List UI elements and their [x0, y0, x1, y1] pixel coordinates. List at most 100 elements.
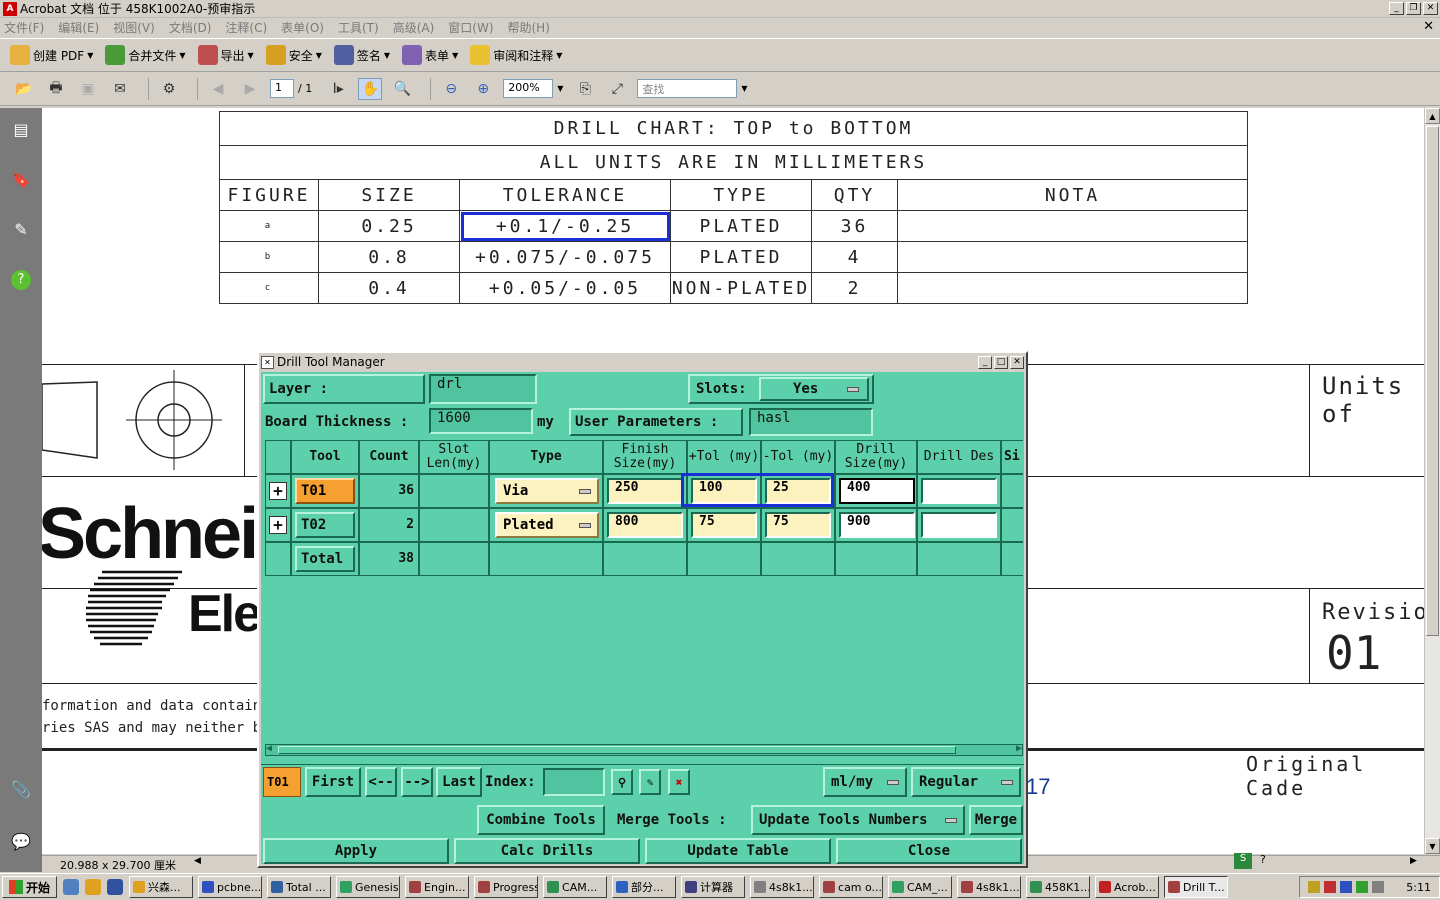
help-icon[interactable]: ?: [11, 270, 31, 290]
type-dropdown[interactable]: Via: [495, 478, 599, 504]
email-icon[interactable]: ✉: [108, 78, 132, 100]
menu-window[interactable]: 窗口(W): [448, 19, 493, 36]
scroll-left-icon[interactable]: ◀: [266, 743, 272, 754]
status-icon[interactable]: S: [1234, 853, 1252, 869]
board-thickness-input[interactable]: 1600: [429, 408, 533, 434]
comments-icon[interactable]: 💬: [10, 832, 32, 856]
menu-advanced[interactable]: 高级(A): [393, 19, 435, 36]
tray-icon[interactable]: [1324, 881, 1337, 893]
search-dropdown-icon[interactable]: ▼: [741, 84, 747, 93]
tray-icon[interactable]: [1308, 881, 1321, 893]
create-pdf-button[interactable]: 创建 PDF ▼: [10, 45, 93, 65]
taskbar-item[interactable]: 部分...: [612, 876, 677, 898]
select-tool-icon[interactable]: I▸: [326, 78, 350, 100]
next-button[interactable]: -->: [401, 767, 433, 797]
combine-files-button[interactable]: 合并文件 ▼: [105, 45, 186, 65]
taskbar-item[interactable]: pcbne...: [198, 876, 263, 898]
layer-input[interactable]: drl: [429, 374, 537, 404]
fit-width-icon[interactable]: ⤢: [605, 78, 629, 100]
scroll-down-icon[interactable]: ▼: [1425, 838, 1440, 854]
menu-document[interactable]: 文档(D): [169, 19, 212, 36]
tool-button-t02[interactable]: T02: [295, 512, 355, 538]
restore-button[interactable]: ❐: [1406, 2, 1421, 15]
taskbar-item[interactable]: CAM...: [543, 876, 608, 898]
units-dropdown[interactable]: ml/my: [823, 767, 907, 797]
taskbar-item[interactable]: Engin...: [405, 876, 470, 898]
hand-tool-icon[interactable]: ✋: [358, 77, 383, 100]
close-button[interactable]: ✕: [1423, 2, 1438, 15]
drill-des-input[interactable]: [921, 512, 997, 538]
menu-view[interactable]: 视图(V): [113, 19, 155, 36]
start-button[interactable]: 开始: [2, 876, 58, 898]
dialog-maximize-button[interactable]: □: [994, 355, 1008, 369]
menu-edit[interactable]: 编辑(E): [58, 19, 99, 36]
hscroll-thumb[interactable]: [278, 746, 956, 754]
page-number-input[interactable]: 1: [270, 79, 294, 98]
taskbar-item-active[interactable]: Drill T...: [1164, 876, 1229, 898]
merge-button[interactable]: Merge: [969, 805, 1023, 835]
taskbar-item[interactable]: Total ...: [267, 876, 332, 898]
minimize-button[interactable]: _: [1389, 2, 1404, 15]
taskbar-item[interactable]: CAM_...: [888, 876, 953, 898]
drill-size-input[interactable]: 400: [839, 478, 915, 504]
taskbar-item[interactable]: 计算器: [681, 876, 746, 898]
document-close-icon[interactable]: ✕: [1423, 19, 1434, 34]
forms-button[interactable]: 表单 ▼: [402, 45, 458, 65]
zoom-in-icon[interactable]: ⊕: [471, 78, 495, 100]
bookmarks-icon[interactable]: 🔖: [10, 170, 32, 194]
taskbar-item[interactable]: 458K1...: [1026, 876, 1091, 898]
tray-icon[interactable]: [1372, 881, 1385, 893]
table-hscrollbar[interactable]: ◀ ▶: [265, 743, 1023, 756]
taskbar-item[interactable]: 兴森...: [129, 876, 194, 898]
attachments-icon[interactable]: 📎: [10, 780, 32, 804]
taskbar-item[interactable]: Genesis: [336, 876, 401, 898]
signatures-icon[interactable]: ✎: [10, 220, 32, 244]
menu-help[interactable]: 帮助(H): [508, 19, 550, 36]
drill-des-input[interactable]: [921, 478, 997, 504]
finish-size-input[interactable]: 800: [607, 512, 683, 538]
zoom-out-icon[interactable]: ⊖: [439, 78, 463, 100]
update-tools-numbers-dropdown[interactable]: Update Tools Numbers: [751, 805, 965, 835]
save-icon[interactable]: ▣: [76, 78, 100, 100]
menu-forms[interactable]: 表单(O): [281, 19, 324, 36]
dialog-close-button[interactable]: ✕: [1010, 355, 1024, 369]
menu-comments[interactable]: 注释(C): [225, 19, 267, 36]
help-status-icon[interactable]: ?: [1260, 853, 1266, 866]
menu-tools[interactable]: 工具(T): [338, 19, 379, 36]
last-button[interactable]: Last: [436, 767, 482, 797]
quicklaunch-browser-icon[interactable]: [85, 879, 102, 895]
user-parameters-input[interactable]: hasl: [749, 408, 873, 436]
fit-page-icon[interactable]: ⎘: [573, 78, 597, 100]
security-button[interactable]: 安全 ▼: [265, 45, 322, 65]
quicklaunch-app-icon[interactable]: [107, 879, 124, 895]
hscroll-left-icon[interactable]: ◀: [194, 856, 201, 866]
taskbar-item[interactable]: cam o...: [819, 876, 884, 898]
hscroll-right-icon[interactable]: ▶: [1410, 856, 1417, 866]
first-button[interactable]: First: [305, 767, 361, 797]
minus-tol-input[interactable]: 75: [765, 512, 831, 538]
sign-button[interactable]: 签名 ▼: [333, 45, 390, 65]
dialog-minimize-button[interactable]: _: [978, 355, 992, 369]
open-folder-icon[interactable]: 📂: [12, 78, 36, 100]
zoom-level-input[interactable]: 200%: [503, 79, 554, 98]
delete-tool-icon[interactable]: ✖: [668, 769, 690, 795]
tray-icon[interactable]: [1340, 881, 1353, 893]
taskbar-item[interactable]: 4s8k1...: [750, 876, 815, 898]
taskbar-item[interactable]: Progress: [474, 876, 539, 898]
export-button[interactable]: 导出 ▼: [197, 45, 254, 65]
edit-tool-icon[interactable]: ✎: [639, 769, 661, 795]
scroll-thumb[interactable]: [1426, 126, 1439, 636]
apply-button[interactable]: Apply: [263, 838, 449, 864]
pages-icon[interactable]: ▤: [10, 120, 32, 144]
next-page-icon[interactable]: ▶: [238, 78, 262, 100]
menu-file[interactable]: 文件(F): [4, 19, 44, 36]
close-dialog-button[interactable]: Close: [836, 838, 1022, 864]
update-table-button[interactable]: Update Table: [645, 838, 831, 864]
slots-dropdown[interactable]: Yes: [759, 377, 869, 401]
prev-button[interactable]: <--: [365, 767, 397, 797]
calc-drills-button[interactable]: Calc Drills: [454, 838, 640, 864]
search-tool-icon[interactable]: ⚲: [611, 769, 633, 795]
type-dropdown[interactable]: Plated: [495, 512, 599, 538]
print-icon[interactable]: 🖶: [44, 78, 68, 100]
review-comment-button[interactable]: 审阅和注释 ▼: [470, 45, 562, 65]
